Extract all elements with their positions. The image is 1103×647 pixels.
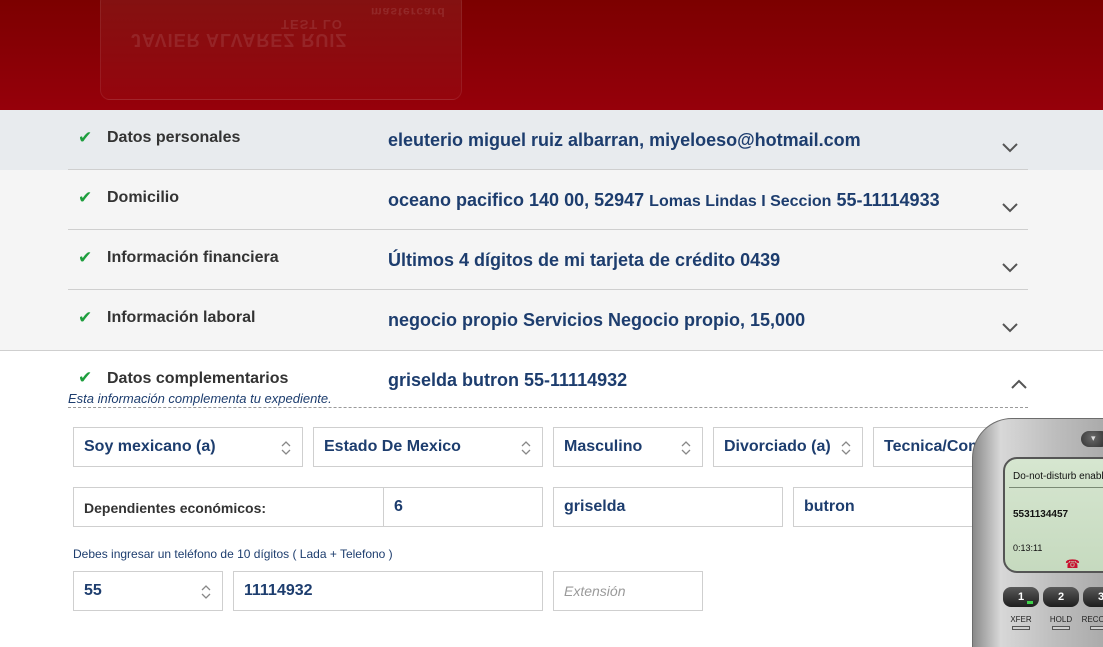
input-value: 11114932 [244,582,313,599]
fn-label: HOLD [1049,615,1073,624]
section-label: Información financiera [107,249,279,266]
chevron-down-icon[interactable] [1001,138,1019,156]
input-value: butron [804,498,855,515]
hold-button[interactable]: HOLD [1043,615,1079,633]
select-value: Estado De Mexico [324,438,461,455]
select-value: Masculino [564,438,643,455]
address-colonia: Lomas Lindas I Seccion [649,193,832,210]
section-summary: oceano pacifico 140 00, 52947 Lomas Lind… [388,190,940,211]
genero-select[interactable]: Masculino [553,427,703,467]
fn-indicator [1052,626,1070,630]
section-label: Datos personales [107,129,241,146]
softphone-screen: Do-not-disturb enabled 5531134457 0:13:1… [1003,457,1103,573]
section-label: Datos complementarios [107,370,289,387]
section-informacion-laboral[interactable]: ✔ Información laboral negocio propio Ser… [0,290,1103,350]
checkmark-icon: ✔ [78,188,93,207]
screen-divider [1009,487,1103,488]
handset-icon: ☎ [1065,557,1080,571]
section-summary: griselda butron 55-11114932 [388,370,628,390]
dashed-divider [68,407,1028,408]
updown-arrows-icon [280,439,292,457]
input-value: griselda [564,498,626,515]
extension-input[interactable]: Extensión [553,571,703,611]
dependientes-field[interactable]: Dependientes económicos: 6 [73,487,543,527]
card-holder-ghost: JAVIER ALVAREZ RUIZ [131,30,348,50]
fn-label: RECORD [1081,615,1103,624]
fn-indicator [1090,626,1103,630]
address-phone: 55-11114933 [836,190,940,210]
line-led [1027,601,1033,604]
section-summary: negocio propio Servicios Negocio propio,… [388,310,806,330]
status-text: Do-not-disturb enabled [1013,471,1103,482]
header-banner: JAVIER ALVAREZ RUIZ TEST LO mastercard [0,0,1103,110]
checkmark-icon: ✔ [78,128,93,147]
chevron-down-icon: ▾ [1091,433,1096,443]
field-separator [383,488,384,526]
chevron-down-icon[interactable] [1001,198,1019,216]
address-main: oceano pacifico 140 00, 52947 [388,190,645,210]
checkmark-icon: ✔ [78,308,93,327]
lada-select[interactable]: 55 [73,571,223,611]
select-value: Divorciado (a) [724,438,831,455]
section-informacion-financiera[interactable]: ✔ Información financiera Últimos 4 dígit… [0,230,1103,290]
updown-arrows-icon [840,439,852,457]
section-domicilio[interactable]: ✔ Domicilio oceano pacifico 140 00, 5294… [0,170,1103,230]
telefono-input[interactable]: 11114932 [233,571,543,611]
section-label: Información laboral [107,309,256,326]
line-3-button[interactable]: 3 [1083,587,1103,607]
dependientes-value: 6 [394,498,403,515]
credit-card-watermark: JAVIER ALVAREZ RUIZ TEST LO mastercard [100,0,462,100]
dependientes-label: Dependientes económicos: [84,500,267,516]
softphone-widget[interactable]: ▾ Do-not-disturb enabled 5531134457 0:13… [972,418,1103,647]
nombre-referencia-input[interactable]: griselda [553,487,783,527]
section-label: Domicilio [107,189,180,206]
chevron-up-icon[interactable] [1010,376,1028,394]
call-timer: 0:13:11 [1013,543,1043,553]
key-label: 1 [1017,591,1025,603]
key-label: 3 [1098,591,1103,603]
select-value: Soy mexicano (a) [84,438,216,455]
section-summary: eleuterio miguel ruiz albarran, miyeloes… [388,130,861,150]
key-label: 2 [1057,591,1065,603]
section-summary: Últimos 4 dígitos de mi tarjeta de crédi… [388,250,781,270]
updown-arrows-icon [680,439,692,457]
section-datos-personales[interactable]: ✔ Datos personales eleuterio miguel ruiz… [0,110,1103,170]
updown-arrows-icon [520,439,532,457]
section-note: Esta información complementa tu expedien… [68,391,332,406]
section-divider [0,350,1103,351]
line-1-button[interactable]: 1 [1003,587,1039,607]
xfer-button[interactable]: XFER [1003,615,1039,633]
phone-number: 5531134457 [1013,509,1069,520]
input-placeholder: Extensión [564,583,626,599]
line-2-button[interactable]: 2 [1043,587,1079,607]
select-value: 55 [84,582,102,599]
card-brand-ghost: mastercard [371,5,446,19]
estado-select[interactable]: Estado De Mexico [313,427,543,467]
fn-indicator [1012,626,1030,630]
chevron-down-icon[interactable] [1001,318,1019,336]
estado-civil-select[interactable]: Divorciado (a) [713,427,863,467]
nacionalidad-select[interactable]: Soy mexicano (a) [73,427,303,467]
fn-label: XFER [1010,615,1032,624]
checkmark-icon: ✔ [78,248,93,267]
record-button[interactable]: RECORD [1081,615,1103,633]
card-test-ghost: TEST LO [281,17,343,32]
checkmark-icon: ✔ [78,368,93,387]
phone-hint: Debes ingresar un teléfono de 10 dígitos… [73,547,393,561]
updown-arrows-icon [200,583,212,601]
menu-button[interactable]: ▾ [1081,431,1103,447]
chevron-down-icon[interactable] [1001,258,1019,276]
